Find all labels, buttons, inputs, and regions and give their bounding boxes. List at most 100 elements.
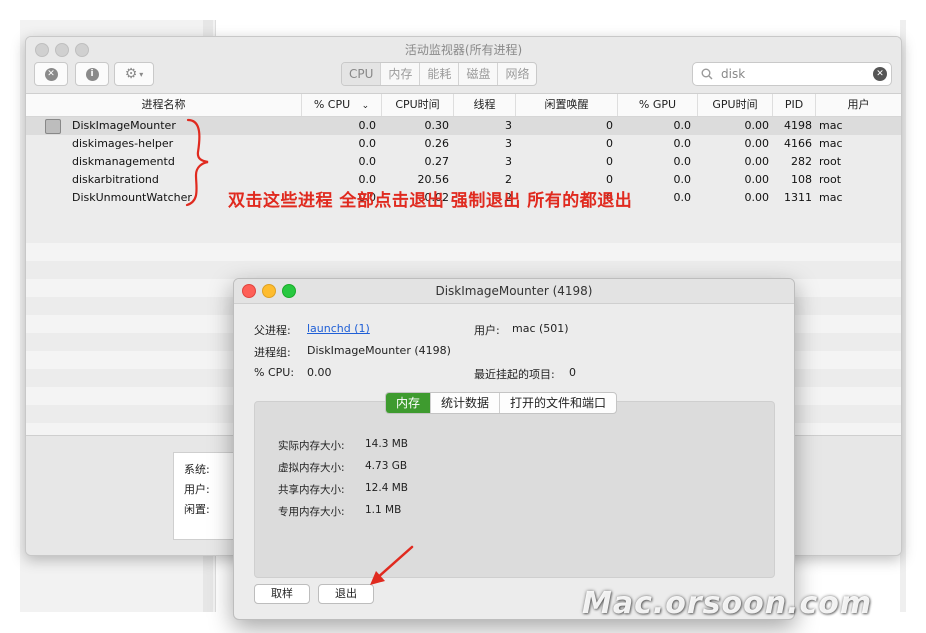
tab-disk[interactable]: 磁盘	[459, 63, 499, 85]
column-cpu-percent[interactable]: % CPU ⌄	[302, 94, 382, 116]
gpu-percent: 0.0	[673, 191, 692, 204]
chevron-down-icon: ▾	[139, 69, 144, 79]
column-idle-wakeups[interactable]: 闲置唤醒	[516, 94, 618, 116]
process-name: DiskImageMounter	[72, 119, 176, 132]
cpu-percent: 0.0	[358, 137, 377, 150]
clear-search-icon[interactable]: ✕	[873, 67, 887, 81]
memory-label: 实际内存大小:	[278, 440, 345, 452]
gpu-percent: 0.0	[673, 173, 692, 186]
dialog-title: DiskImageMounter (4198)	[435, 284, 593, 298]
threads: 3	[505, 137, 512, 150]
gpu-time: 0.00	[744, 137, 770, 150]
idle-wakeups: 0	[606, 155, 613, 168]
threads: 3	[505, 119, 512, 132]
search-input[interactable]	[719, 66, 873, 82]
pid: 4166	[784, 137, 812, 150]
tab-energy[interactable]: 能耗	[420, 63, 460, 85]
gpu-time: 0.00	[744, 191, 770, 204]
gpu-percent: 0.0	[673, 155, 692, 168]
memory-label: 虚拟内存大小:	[278, 462, 345, 474]
user: mac	[819, 137, 843, 150]
column-process-name[interactable]: 进程名称	[26, 94, 302, 116]
column-gpu-time[interactable]: GPU时间	[698, 94, 773, 116]
search-field[interactable]: ✕	[692, 62, 892, 86]
user: mac	[819, 119, 843, 132]
action-menu-button[interactable]: ⚙ ▾	[114, 62, 154, 86]
memory-value: 14.3 MB	[365, 438, 408, 450]
memory-label: 专用内存大小:	[278, 506, 345, 518]
gpu-time: 0.00	[744, 119, 770, 132]
cpu-stats-box: 系统: 用户: 闲置:	[173, 452, 235, 540]
process-name: diskimages-helper	[72, 137, 174, 150]
cpu-time: 0.27	[424, 155, 450, 168]
memory-value: 4.73 GB	[365, 460, 408, 472]
memory-value: 12.4 MB	[365, 482, 408, 494]
annotation-arrow	[370, 545, 414, 585]
system-label: 系统:	[184, 463, 210, 476]
column-user[interactable]: 用户	[816, 94, 901, 116]
pid: 4198	[784, 119, 812, 132]
user-label: 用户:	[184, 483, 210, 496]
threads: 3	[505, 155, 512, 168]
category-tabs: CPU 内存 能耗 磁盘 网络	[341, 62, 538, 86]
dialog-title-bar: DiskImageMounter (4198)	[234, 279, 794, 304]
table-row[interactable]: diskimages-helper 0.0 0.26 3 0 0.0 0.00 …	[26, 135, 901, 153]
pid: 108	[791, 173, 812, 186]
user: root	[819, 173, 842, 186]
cpu-time: 0.26	[424, 137, 450, 150]
recent-hangs-label: 最近挂起的项目:	[474, 368, 555, 381]
column-pid[interactable]: PID	[773, 94, 816, 116]
inspect-process-button[interactable]: i	[75, 62, 109, 86]
user-label: 用户:	[474, 324, 500, 337]
table-header: 进程名称 % CPU ⌄ CPU时间 线程 闲置唤醒 % GPU GPU时间 P…	[26, 94, 901, 117]
process-info-dialog: DiskImageMounter (4198) 父进程: launchd (1)…	[233, 278, 795, 620]
user: mac	[819, 191, 843, 204]
title-bar: 活动监视器(所有进程) ✕ i ⚙ ▾ CPU 内存 能耗 磁盘 网络 ✕	[26, 37, 901, 94]
gear-icon: ⚙	[124, 66, 138, 82]
parent-process-link[interactable]: launchd (1)	[307, 322, 370, 335]
process-group-value: DiskImageMounter (4198)	[307, 344, 451, 357]
tab-memory[interactable]: 内存	[381, 63, 421, 85]
table-row[interactable]: DiskImageMounter 0.0 0.30 3 0 0.0 0.00 4…	[26, 117, 901, 135]
column-gpu-percent[interactable]: % GPU	[618, 94, 698, 116]
watermark: Mac.orsoon.com	[582, 586, 873, 621]
user-value: mac (501)	[512, 322, 569, 335]
gpu-percent: 0.0	[673, 119, 692, 132]
tab-cpu[interactable]: CPU	[342, 63, 382, 85]
user: root	[819, 155, 842, 168]
column-cpu-percent-label: % CPU	[313, 98, 351, 111]
gpu-time: 0.00	[744, 173, 770, 186]
table-row[interactable]: diskmanagementd 0.0 0.27 3 0 0.0 0.00 28…	[26, 153, 901, 171]
idle-wakeups: 0	[606, 119, 613, 132]
dialog-tabs: 内存 统计数据 打开的文件和端口	[385, 392, 618, 414]
stop-icon: ✕	[44, 67, 58, 81]
cpu-percent-value: 0.00	[307, 366, 332, 379]
cpu-percent: 0.0	[358, 119, 377, 132]
stop-process-button[interactable]: ✕	[34, 62, 68, 86]
sort-chevron-icon: ⌄	[361, 101, 370, 111]
column-cpu-time[interactable]: CPU时间	[382, 94, 454, 116]
recent-hangs-value: 0	[569, 366, 576, 379]
instruction-annotation: 双击这些进程 全部点击退出 强制退出 所有的都退出	[228, 191, 633, 211]
tab-memory[interactable]: 内存	[386, 393, 432, 413]
idle-label: 闲置:	[184, 503, 210, 516]
pid: 282	[791, 155, 812, 168]
memory-value: 1.1 MB	[365, 504, 402, 516]
pid: 1311	[784, 191, 812, 204]
tab-statistics[interactable]: 统计数据	[431, 393, 501, 413]
tab-open-files-ports[interactable]: 打开的文件和端口	[500, 393, 616, 413]
cpu-time: 0.30	[424, 119, 450, 132]
parent-process-label: 父进程:	[254, 324, 291, 337]
info-icon: i	[85, 67, 99, 81]
cpu-percent-label: % CPU:	[254, 366, 295, 379]
idle-wakeups: 0	[606, 137, 613, 150]
process-name: diskmanagementd	[72, 155, 175, 168]
sample-button[interactable]: 取样	[254, 584, 310, 604]
memory-label: 共享内存大小:	[278, 484, 345, 496]
tab-network[interactable]: 网络	[498, 63, 536, 85]
memory-panel: 实际内存大小: 14.3 MB 虚拟内存大小: 4.73 GB 共享内存大小: …	[254, 401, 775, 578]
column-threads[interactable]: 线程	[454, 94, 516, 116]
process-name: diskarbitrationd	[72, 173, 159, 186]
window-title: 活动监视器(所有进程)	[404, 43, 523, 57]
process-name: DiskUnmountWatcher	[72, 191, 192, 204]
